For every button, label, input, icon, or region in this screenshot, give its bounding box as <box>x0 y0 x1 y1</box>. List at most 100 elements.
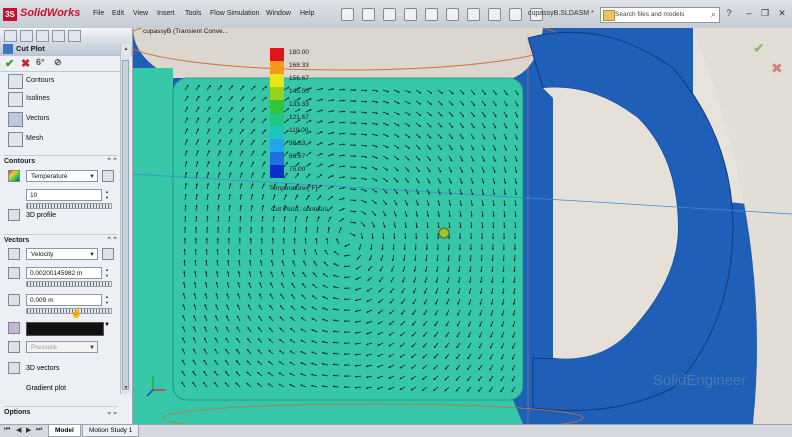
menu-view[interactable]: View <box>133 10 148 17</box>
menu-flow-simulation[interactable]: Flow Simulation <box>210 10 259 17</box>
menu-tools[interactable]: Tools <box>185 10 201 17</box>
velocity-vector <box>339 101 345 102</box>
menu-insert[interactable]: Insert <box>157 10 175 17</box>
property-manager-tab-icon[interactable] <box>20 30 33 42</box>
first-tab-icon[interactable]: ⏮ <box>4 426 10 434</box>
option-label: Isolines <box>26 95 50 102</box>
last-tab-icon[interactable]: ⏭ <box>36 426 42 434</box>
spacing-slider[interactable] <box>26 281 112 287</box>
assembly-label[interactable]: cupassyB (Transient Conve... <box>143 28 228 35</box>
watermark: SolidEngineer <box>653 372 746 389</box>
flow-analysis-tab-icon[interactable] <box>68 30 81 42</box>
print-icon[interactable] <box>425 8 438 21</box>
velocity-vector <box>333 376 339 377</box>
scroll-thumb[interactable] <box>122 60 129 390</box>
new-document-icon[interactable] <box>362 8 375 21</box>
search-box[interactable]: Search files and models ⌕ <box>600 7 720 23</box>
menu-help[interactable]: Help <box>300 10 314 17</box>
collapse-icon[interactable]: ⌃⌃ <box>106 236 118 244</box>
solidworks-logo[interactable]: 3S SolidWorks <box>3 7 83 23</box>
menu-edit[interactable]: Edit <box>112 10 124 17</box>
levels-spinner[interactable]: ▲▼ <box>104 189 110 201</box>
gradient-plot-label[interactable]: Gradient plot <box>26 385 66 392</box>
bottom-tab-bar: ⏮ ◀ ▶ ⏭ Model Motion Study 1 <box>0 424 792 437</box>
velocity-vector <box>218 216 219 222</box>
legend-value: 86.67 <box>289 153 305 160</box>
cancel-icon[interactable]: ✖ <box>771 60 783 77</box>
menu-window[interactable]: Window <box>266 10 291 17</box>
pushpin-icon[interactable]: ⊘ <box>54 57 62 68</box>
search-icon[interactable]: ⌕ <box>711 9 716 20</box>
open-icon[interactable] <box>383 8 396 21</box>
vectors-icon <box>8 112 23 127</box>
save-icon[interactable] <box>404 8 417 21</box>
feature-tree-tab-icon[interactable] <box>4 30 17 42</box>
ds-logo-icon: 3S <box>3 8 17 21</box>
file-properties-icon[interactable] <box>509 8 522 21</box>
rebuild-icon[interactable] <box>488 8 501 21</box>
expand-icon[interactable]: ⌄⌄ <box>106 408 118 416</box>
select-value: Velocity <box>31 251 53 258</box>
vectors-section-header[interactable]: Vectors ⌃⌃ <box>4 234 118 249</box>
vector-color-parameter-select[interactable]: Pressure ▼ <box>26 341 98 353</box>
length-spinner[interactable]: ▲▼ <box>104 294 110 306</box>
minimize-button[interactable]: – <box>742 7 756 20</box>
home-icon[interactable] <box>341 8 354 21</box>
restore-button[interactable]: ❐ <box>758 7 772 20</box>
tab-motion-study[interactable]: Motion Study 1 <box>82 425 139 437</box>
chevron-down-icon[interactable]: ▼ <box>104 322 110 328</box>
configuration-tab-icon[interactable] <box>36 30 49 42</box>
property-manager: Cut Plot ? ✔ ✖ 6° ⊘ Contours Isolines Ve… <box>0 28 133 424</box>
next-tab-icon[interactable]: ▶ <box>26 426 31 434</box>
levels-slider[interactable] <box>26 203 112 209</box>
option-mesh[interactable]: Mesh <box>6 130 120 148</box>
cut-plot-icon <box>3 44 13 54</box>
tab-model[interactable]: Model <box>48 425 81 437</box>
graphics-viewport[interactable]: cupassyB (Transient Conve... 180.00168.3… <box>133 28 792 424</box>
chevron-down-icon: ▼ <box>89 171 95 183</box>
options-section-header[interactable]: Options ⌄⌄ <box>4 406 118 421</box>
scroll-up-icon[interactable]: ▲ <box>122 46 130 54</box>
adjust-vector-range-icon[interactable] <box>102 248 114 260</box>
collapse-icon[interactable]: ⌃⌃ <box>106 157 118 165</box>
profile-3d-label[interactable]: 3D profile <box>26 212 56 219</box>
ok-icon[interactable]: ✔ <box>5 57 14 70</box>
option-label: Vectors <box>26 115 49 122</box>
dimxpert-tab-icon[interactable] <box>52 30 65 42</box>
chevron-down-icon: ▼ <box>89 342 95 354</box>
contour-levels-input[interactable]: 10 <box>26 189 102 201</box>
vector-length-input[interactable]: 0.009 m <box>26 294 102 306</box>
vectors-3d-label[interactable]: 3D vectors <box>26 365 59 372</box>
help-dropdown-icon[interactable]: ? <box>722 7 736 20</box>
menu-file[interactable]: File <box>93 10 104 17</box>
show-preview-icon[interactable]: 6° <box>36 57 45 67</box>
confirm-icon[interactable]: ✔ <box>753 40 765 57</box>
velocity-vector <box>333 387 339 388</box>
contours-section-header[interactable]: Contours ⌃⌃ <box>4 155 118 170</box>
option-isolines[interactable]: Isolines <box>6 90 120 108</box>
legend-color-swatch <box>270 48 284 61</box>
scroll-down-icon[interactable]: ▼ <box>122 385 130 393</box>
vectors-3d-icon <box>8 362 20 374</box>
section-title: Options <box>4 409 30 416</box>
vector-color-swatch[interactable] <box>26 322 104 336</box>
select-icon[interactable] <box>467 8 480 21</box>
contours-parameter-select[interactable]: Temperature ▼ <box>26 170 98 182</box>
legend-color-swatch <box>270 87 284 100</box>
legend-value: 156.67 <box>289 75 309 82</box>
spacing-spinner[interactable]: ▲▼ <box>104 267 110 279</box>
vectors-parameter-select[interactable]: Velocity ▼ <box>26 248 98 260</box>
adjust-range-icon[interactable] <box>102 170 114 182</box>
prev-tab-icon[interactable]: ◀ <box>16 426 21 434</box>
search-input[interactable]: Search files and models <box>615 11 684 18</box>
panel-scrollbar[interactable]: ▲ ▼ <box>120 44 131 394</box>
length-slider[interactable] <box>26 308 112 314</box>
cancel-icon[interactable]: ✖ <box>21 57 30 70</box>
vector-spacing-input[interactable]: 0.00200145982 m <box>26 267 102 279</box>
option-contours[interactable]: Contours <box>6 72 120 90</box>
temperature-legend: 180.00168.33156.67145.00133.33121.67110.… <box>270 48 284 178</box>
option-vectors[interactable]: Vectors <box>6 110 120 128</box>
close-button[interactable]: ✕ <box>775 7 789 20</box>
cup-cut-plot-scene <box>133 28 792 424</box>
undo-icon[interactable] <box>446 8 459 21</box>
